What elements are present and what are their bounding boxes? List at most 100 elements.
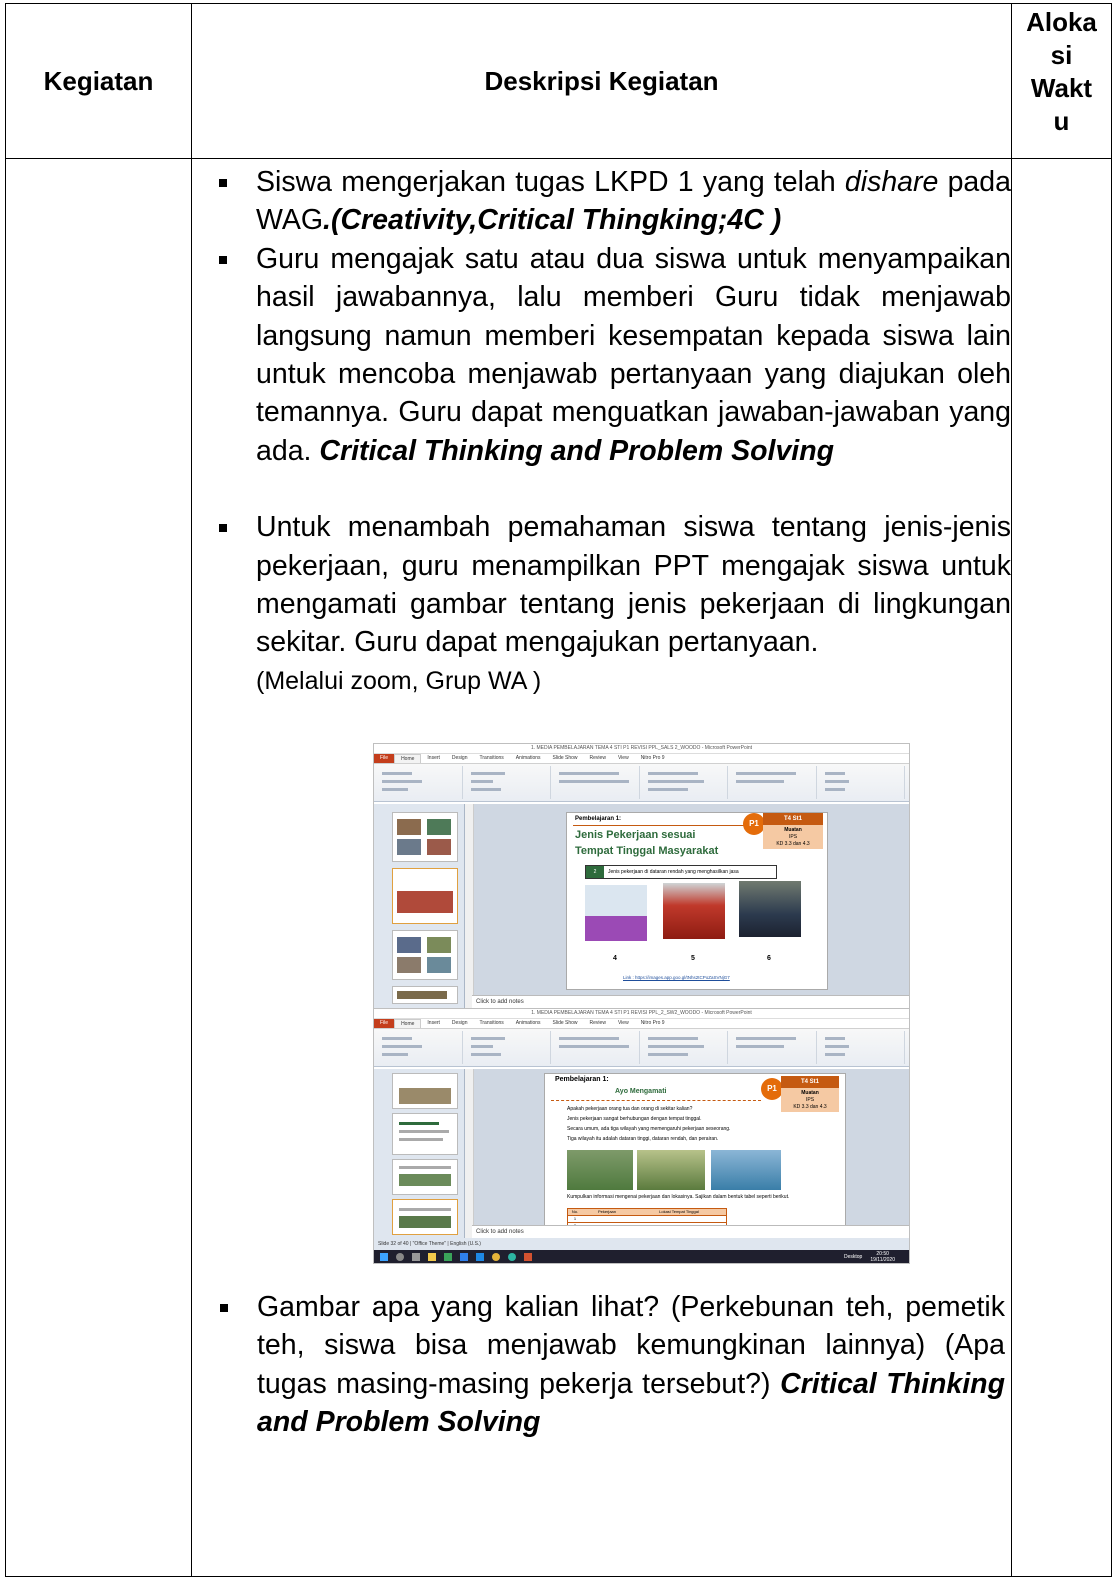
chrome-icon[interactable]	[492, 1252, 500, 1261]
photo-tea-pickers	[567, 1150, 633, 1190]
tab-insert[interactable]: Insert	[421, 754, 446, 763]
item-text: Siswa mengerjakan tugas LKPD 1 yang tela…	[256, 166, 845, 198]
tab-review[interactable]: Review	[584, 1019, 612, 1028]
ribbon-group	[821, 766, 905, 799]
task-view-icon[interactable]	[412, 1252, 420, 1261]
item-emphasis: Critical Thinking and Problem Solving	[319, 434, 835, 467]
slide-bullet: Jenis pekerjaan sangat berhubungan denga…	[567, 1116, 702, 1122]
slide-thumbnail[interactable]	[392, 868, 458, 924]
tab-file[interactable]: File	[374, 754, 395, 763]
slide-thumbnails[interactable]	[374, 804, 465, 1008]
photo-farmer	[585, 885, 647, 941]
vertical-ruler	[465, 1069, 474, 1238]
tab-design[interactable]: Design	[446, 1019, 474, 1028]
tab-transitions[interactable]: Transitions	[474, 1019, 510, 1028]
photo-rice-field	[637, 1150, 705, 1190]
slide: Pembelajaran 1: Jenis Pekerjaan sesuai T…	[566, 812, 828, 990]
tab-slide-show[interactable]: Slide Show	[547, 1019, 584, 1028]
slide-thumbnail[interactable]	[392, 1073, 458, 1109]
slide-thumbnails[interactable]	[374, 1069, 465, 1238]
slide-link[interactable]: Link : https://images.app.goo.gl/tNhs2tC…	[623, 975, 730, 980]
bullet-icon	[219, 524, 227, 533]
powerpoint-icon[interactable]	[524, 1252, 532, 1261]
header-alokasi-waktu: Aloka si Wakt u	[1011, 3, 1112, 159]
tab-animations[interactable]: Animations	[510, 754, 547, 763]
tab-file[interactable]: File	[374, 1019, 395, 1028]
item-italic: dishare	[844, 166, 939, 198]
app-icon[interactable]	[476, 1252, 484, 1261]
slide-bullet: Secara umum, ada tiga wilayah yang memen…	[567, 1126, 731, 1132]
slide-thumbnail[interactable]	[392, 812, 458, 862]
ribbon-group	[378, 766, 463, 799]
app-icon[interactable]	[508, 1252, 516, 1261]
bullet-icon	[219, 179, 227, 187]
number-label: 6	[767, 955, 771, 962]
list-item: Guru mengajak satu atau dua siswa untuk …	[192, 240, 1011, 470]
tab-insert[interactable]: Insert	[421, 1019, 446, 1028]
app-icon[interactable]	[444, 1252, 452, 1261]
tab-design[interactable]: Design	[446, 754, 474, 763]
windows-start-icon[interactable]	[380, 1252, 388, 1261]
slide-thumbnail[interactable]	[392, 1113, 458, 1155]
slide-thumbnail[interactable]	[392, 1159, 458, 1195]
window-title: 1. MEDIA PEMBELAJARAN TEMA 4 STI P1 REVI…	[374, 1009, 909, 1019]
window-title: 1. MEDIA PEMBELAJARAN TEMA 4 STI P1 REVI…	[374, 744, 909, 754]
tab-slide-show[interactable]: Slide Show	[547, 754, 584, 763]
notes-pane[interactable]: Click to add notes	[472, 1225, 909, 1238]
file-explorer-icon[interactable]	[428, 1252, 436, 1261]
ribbon-group	[555, 766, 640, 799]
list-item: Untuk menambah pemahaman siswa tentang j…	[192, 508, 1011, 700]
tab-view[interactable]: View	[612, 754, 635, 763]
tray-label: Desktop	[844, 1253, 863, 1260]
header-alokasi-line: si	[1050, 40, 1073, 70]
windows-taskbar: Desktop 20:50 19/11/2020	[374, 1250, 909, 1263]
bullet-icon	[219, 255, 227, 264]
tab-home[interactable]: Home	[394, 754, 422, 763]
tab-view[interactable]: View	[612, 1019, 635, 1028]
tab-nitro[interactable]: Nitro Pro 9	[635, 754, 671, 763]
ribbon-tabs: File Home Insert Design Transitions Anim…	[374, 754, 909, 764]
slide: Pembelajaran 1: Ayo Mengamati P1 T4 St1 …	[544, 1073, 846, 1237]
item-emphasis: .(Creativity,Critical Thingking;4C )	[323, 204, 782, 237]
ribbon-group	[467, 1031, 551, 1064]
item-note: (Melalui zoom, Grup WA )	[256, 666, 542, 695]
app-icon[interactable]	[460, 1252, 468, 1261]
slide-paragraph: Kumpulkan informasi mengenai pekerjaan d…	[567, 1194, 790, 1200]
slide-thumbnail[interactable]	[392, 1199, 458, 1235]
ribbon-group	[555, 1031, 640, 1064]
ribbon-group	[732, 766, 817, 799]
tab-home[interactable]: Home	[394, 1019, 422, 1028]
search-icon[interactable]	[396, 1252, 404, 1261]
slide-bullet: Apakah pekerjaan orang tua dan orang di …	[567, 1106, 693, 1112]
p1-badge: P1	[743, 813, 765, 835]
number-label: 5	[691, 955, 695, 962]
header-deskripsi: Deskripsi Kegiatan	[191, 3, 1012, 159]
photo-firefighters	[663, 883, 725, 939]
bullet-icon	[220, 1304, 228, 1312]
activity-list: Siswa mengerjakan tugas LKPD 1 yang tela…	[192, 163, 1011, 700]
notes-pane[interactable]: Click to add notes	[472, 995, 909, 1008]
header-alokasi-line: u	[1053, 106, 1070, 136]
powerpoint-screenshot-2: 1. MEDIA PEMBELAJARAN TEMA 4 STI P1 REVI…	[373, 1008, 910, 1264]
header-row: Kegiatan Deskripsi Kegiatan Aloka si Wak…	[5, 3, 1112, 159]
workspace: Pembelajaran 1: Jenis Pekerjaan sesuai T…	[374, 804, 909, 1008]
list-item: Siswa mengerjakan tugas LKPD 1 yang tela…	[192, 163, 1011, 240]
slide-thumbnail[interactable]	[392, 930, 458, 980]
tab-review[interactable]: Review	[584, 754, 612, 763]
tab-nitro[interactable]: Nitro Pro 9	[635, 1019, 671, 1028]
muatan-badge: T4 St1 Muatan IPS KD 3.3 dan 4.3	[781, 1076, 839, 1112]
workspace: Pembelajaran 1: Ayo Mengamati P1 T4 St1 …	[374, 1069, 909, 1238]
tab-animations[interactable]: Animations	[510, 1019, 547, 1028]
ribbon	[374, 1029, 909, 1067]
tab-transitions[interactable]: Transitions	[474, 754, 510, 763]
photo-soldiers	[739, 881, 801, 937]
activity-list-continued: Gambar apa yang kalian lihat? (Perkebuna…	[193, 1288, 1005, 1442]
kegiatan-cell	[5, 158, 192, 1577]
slide-title: Jenis Pekerjaan sesuai	[575, 829, 696, 841]
slide-canvas: Pembelajaran 1: Ayo Mengamati P1 T4 St1 …	[474, 1069, 909, 1238]
header-alokasi-line: Wakt	[1030, 73, 1093, 103]
ayo-mengamati: Ayo Mengamati	[615, 1088, 667, 1095]
slide-thumbnail[interactable]	[392, 986, 458, 1004]
list-item: Gambar apa yang kalian lihat? (Perkebuna…	[193, 1288, 1005, 1442]
ribbon	[374, 764, 909, 802]
